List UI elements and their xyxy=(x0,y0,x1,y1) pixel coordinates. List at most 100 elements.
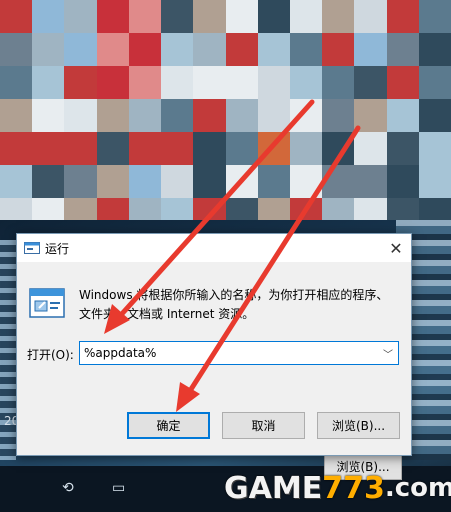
mosaic-tile xyxy=(289,66,323,99)
mosaic-tile xyxy=(225,66,258,99)
chevron-down-icon: ﹀ xyxy=(383,349,393,361)
mosaic-tile xyxy=(161,99,194,132)
mosaic-tile xyxy=(386,0,419,33)
mosaic-tile xyxy=(96,33,129,66)
mosaic-tile xyxy=(193,132,226,165)
close-button[interactable]: ✕ xyxy=(381,234,411,262)
mosaic-tile xyxy=(161,66,194,99)
mosaic-tile xyxy=(193,33,226,66)
run-dialog: 运行 ✕ Windows 将根据你所输入的名称，为你打开相应的程序、 文件夹、文… xyxy=(16,233,412,456)
mosaic-tile xyxy=(32,132,65,165)
browse-button[interactable]: 浏览(B)... xyxy=(317,412,400,439)
mosaic-tile xyxy=(128,99,162,132)
open-input[interactable] xyxy=(80,342,376,364)
mosaic-tile xyxy=(96,99,129,132)
mosaic-tile xyxy=(64,165,97,198)
mosaic-tile xyxy=(354,66,387,99)
mosaic-tile xyxy=(354,165,387,198)
mosaic-tile xyxy=(193,66,226,99)
mosaic-tile xyxy=(0,66,33,99)
mosaic-tile xyxy=(386,132,419,165)
mosaic-tile xyxy=(128,66,162,99)
mosaic-tile xyxy=(161,165,194,198)
mosaic-tile xyxy=(64,99,97,132)
mosaic-tile xyxy=(257,0,290,33)
mosaic-tile xyxy=(0,165,33,198)
description-line-1: Windows 将根据你所输入的名称，为你打开相应的程序、 xyxy=(79,288,389,302)
mosaic-tile xyxy=(0,132,33,165)
mosaic-tile xyxy=(32,66,65,99)
mosaic-tile xyxy=(225,99,258,132)
mosaic-tile xyxy=(322,66,355,99)
mosaic-tile xyxy=(64,33,97,66)
mosaic-tile xyxy=(289,33,323,66)
mosaic-tile xyxy=(96,0,129,33)
mosaic-tile xyxy=(64,0,97,33)
mosaic-tile xyxy=(418,0,451,33)
mosaic-tile xyxy=(225,165,258,198)
mosaic-tile xyxy=(354,33,387,66)
mosaic-tile xyxy=(322,99,355,132)
dialog-title: 运行 xyxy=(45,242,70,256)
dropdown-button[interactable]: ﹀ xyxy=(378,342,398,364)
mosaic-tile xyxy=(225,0,258,33)
mosaic-tile xyxy=(386,165,419,198)
description-line-2: 文件夹、文档或 Internet 资源。 xyxy=(79,307,255,321)
cancel-button[interactable]: 取消 xyxy=(222,412,305,439)
mosaic-tile xyxy=(193,165,226,198)
mosaic-tile xyxy=(386,33,419,66)
mosaic-tile xyxy=(32,33,65,66)
mosaic-tile xyxy=(386,66,419,99)
mosaic-tile xyxy=(354,99,387,132)
mosaic-tile xyxy=(96,165,129,198)
mosaic-tile xyxy=(32,165,65,198)
mosaic-tile xyxy=(289,165,323,198)
dialog-description: Windows 将根据你所输入的名称，为你打开相应的程序、 文件夹、文档或 In… xyxy=(79,286,399,324)
mosaic-tile xyxy=(322,33,355,66)
mosaic-tile xyxy=(32,99,65,132)
watermark-text-suffix: .com xyxy=(384,473,451,503)
taskbar-window-icon[interactable]: ▭ xyxy=(112,480,125,496)
mosaic-tile xyxy=(418,33,451,66)
mosaic-tile xyxy=(128,0,162,33)
mosaic-tile xyxy=(257,33,290,66)
dialog-titlebar[interactable]: 运行 ✕ xyxy=(17,234,411,262)
mosaic-tile xyxy=(96,132,129,165)
mosaic-tile xyxy=(193,99,226,132)
mosaic-tile xyxy=(64,66,97,99)
mosaic-tile xyxy=(257,66,290,99)
mosaic-tile xyxy=(418,99,451,132)
mosaic-tile xyxy=(257,99,290,132)
watermark-text-accent: 773 xyxy=(322,470,385,506)
mosaic-tile xyxy=(193,0,226,33)
mosaic-tile xyxy=(161,0,194,33)
mosaic-tile xyxy=(64,132,97,165)
mosaic-tile xyxy=(225,132,258,165)
mosaic-tile xyxy=(386,99,419,132)
watermark-logo: GAME 773 .com xyxy=(224,466,451,510)
mosaic-tile xyxy=(257,132,290,165)
mosaic-tile xyxy=(128,33,162,66)
close-icon: ✕ xyxy=(389,238,403,258)
mosaic-tile xyxy=(322,165,355,198)
mosaic-tile xyxy=(128,132,162,165)
mosaic-tile xyxy=(32,0,65,33)
mosaic-tile xyxy=(0,0,33,33)
mosaic-tile xyxy=(161,132,194,165)
watermark-text-main: GAME xyxy=(224,470,323,506)
mosaic-tile xyxy=(161,33,194,66)
mosaic-tile xyxy=(322,132,355,165)
mosaic-tile xyxy=(289,0,323,33)
mosaic-tile xyxy=(257,165,290,198)
taskbar-refresh-icon[interactable]: ⟲ xyxy=(62,480,74,496)
mosaic-tile xyxy=(128,165,162,198)
ok-button[interactable]: 确定 xyxy=(127,412,210,439)
mosaic-tile xyxy=(289,132,323,165)
dialog-button-row: 确定 取消 浏览(B)... xyxy=(17,404,411,455)
run-program-icon xyxy=(29,288,65,318)
mosaic-tile xyxy=(354,0,387,33)
mosaic-tile xyxy=(418,66,451,99)
run-dialog-icon xyxy=(24,242,40,254)
mosaic-tile xyxy=(322,0,355,33)
open-combobox[interactable]: ﹀ xyxy=(79,341,399,365)
